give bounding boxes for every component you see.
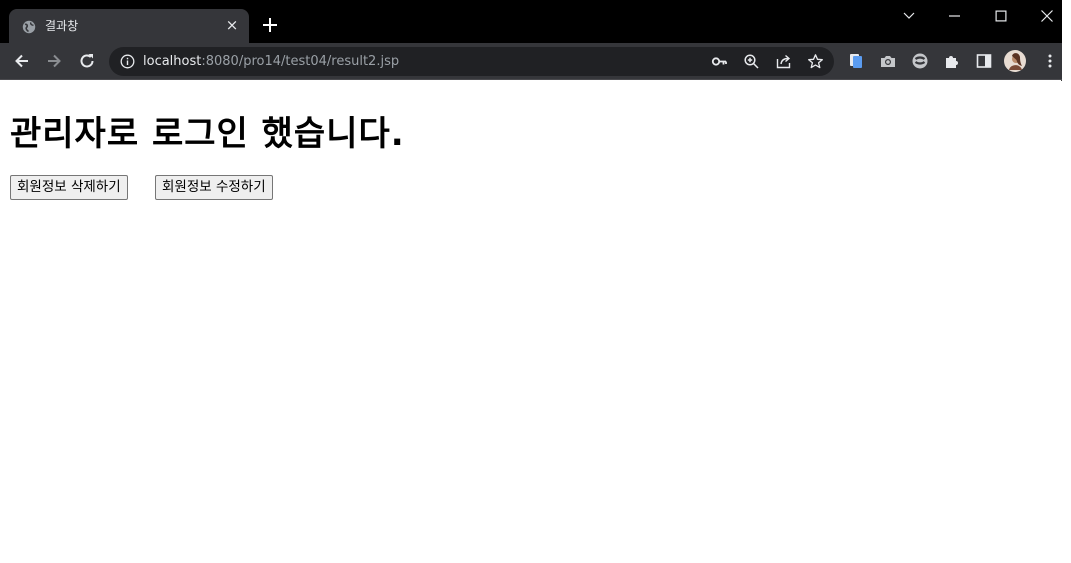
url-host: localhost xyxy=(143,54,202,69)
chevron-down-icon[interactable] xyxy=(887,5,931,27)
browser-tab[interactable]: 결과창 × xyxy=(9,9,249,43)
title-bar: 결과창 × xyxy=(0,0,1062,43)
edit-member-button[interactable]: 회원정보 수정하기 xyxy=(155,175,273,200)
share-icon[interactable] xyxy=(775,53,792,70)
window-edge xyxy=(1062,0,1071,563)
url-text[interactable]: localhost:8080/pro14/test04/result2.jsp xyxy=(143,54,399,69)
page-heading: 관리자로 로그인 했습니다. xyxy=(10,114,405,154)
address-bar[interactable]: localhost:8080/pro14/test04/result2.jsp xyxy=(109,47,834,76)
back-arrow-icon[interactable] xyxy=(12,51,32,71)
url-path: :8080/pro14/test04/result2.jsp xyxy=(201,54,400,69)
key-icon[interactable] xyxy=(711,53,728,70)
avatar[interactable] xyxy=(1004,50,1026,72)
puzzle-icon[interactable] xyxy=(943,52,961,70)
tab-close-icon[interactable]: × xyxy=(223,16,241,34)
browser-toolbar: localhost:8080/pro14/test04/result2.jsp xyxy=(0,43,1062,80)
globe-icon xyxy=(22,19,36,34)
more-menu-icon[interactable] xyxy=(1041,52,1059,70)
delete-member-button[interactable]: 회원정보 삭제하기 xyxy=(10,175,128,200)
page-content: 관리자로 로그인 했습니다. 회원정보 삭제하기 회원정보 수정하기 xyxy=(0,81,1062,563)
extension-circle-icon[interactable] xyxy=(911,52,929,70)
extension-doc-icon[interactable] xyxy=(847,52,865,70)
side-panel-icon[interactable] xyxy=(975,52,993,70)
zoom-icon[interactable] xyxy=(743,53,760,70)
new-tab-plus-icon[interactable] xyxy=(259,14,281,36)
maximize-icon[interactable] xyxy=(979,5,1023,27)
minimize-icon[interactable] xyxy=(933,5,977,27)
reload-icon[interactable] xyxy=(77,51,97,71)
camera-icon[interactable] xyxy=(879,52,897,70)
forward-arrow-icon[interactable] xyxy=(44,51,64,71)
tab-title: 결과창 xyxy=(45,19,79,33)
site-info-icon[interactable] xyxy=(120,54,135,69)
browser-window: 결과창 × localhost:8080/pro14/test04/result… xyxy=(0,0,1062,563)
star-icon[interactable] xyxy=(807,53,824,70)
